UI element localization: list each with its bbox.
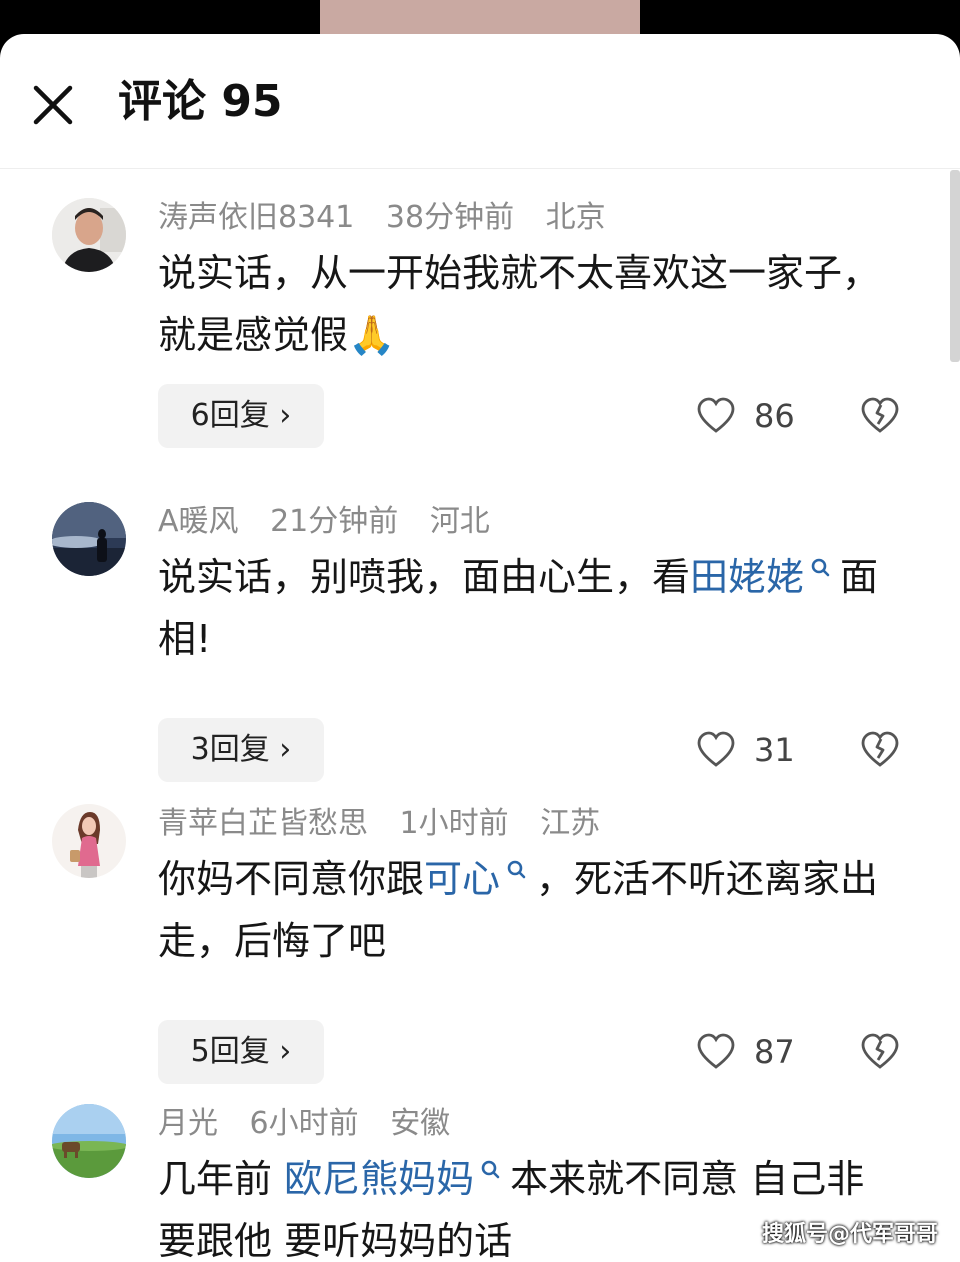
username[interactable]: 月光 bbox=[158, 1106, 218, 1141]
search-link[interactable]: 可心 bbox=[424, 857, 500, 901]
heart-icon bbox=[697, 397, 735, 433]
pray-emoji: 🙏 bbox=[348, 313, 396, 357]
location: 安徽 bbox=[390, 1106, 451, 1141]
comment-meta: 青苹白芷皆愁思 1小时前 江苏 bbox=[158, 804, 622, 844]
timestamp: 1小时前 bbox=[399, 806, 509, 841]
scrollbar[interactable] bbox=[950, 170, 960, 362]
search-icon[interactable] bbox=[504, 848, 528, 884]
heart-icon bbox=[697, 731, 735, 767]
like-count: 87 bbox=[754, 1033, 795, 1071]
broken-heart-icon bbox=[861, 1033, 899, 1069]
comment-text: 说实话，从一开始我就不太喜欢这一家子，就是感觉假🙏 bbox=[158, 251, 881, 357]
view-replies-button[interactable]: 5回复 › bbox=[158, 1020, 324, 1084]
broken-heart-icon bbox=[861, 397, 899, 433]
username[interactable]: A暖风 bbox=[158, 504, 239, 539]
video-thumbnail bbox=[320, 0, 640, 36]
avatar[interactable] bbox=[52, 1104, 126, 1178]
like-count: 31 bbox=[754, 731, 795, 769]
comment-count-title: 评论 95 bbox=[118, 76, 283, 127]
location: 河北 bbox=[429, 504, 490, 539]
heart-icon bbox=[697, 1033, 735, 1069]
like-button[interactable]: 86 bbox=[696, 384, 816, 448]
search-link[interactable]: 田姥姥 bbox=[690, 555, 804, 599]
username[interactable]: 涛声依旧8341 bbox=[158, 200, 354, 235]
username[interactable]: 青苹白芷皆愁思 bbox=[158, 806, 368, 841]
avatar[interactable] bbox=[52, 198, 126, 272]
like-count: 86 bbox=[754, 397, 795, 435]
comment-meta: 月光 6小时前 安徽 bbox=[158, 1104, 472, 1144]
dislike-button[interactable] bbox=[860, 384, 904, 448]
search-icon[interactable] bbox=[478, 1148, 502, 1184]
close-button[interactable] bbox=[30, 82, 76, 128]
like-button[interactable]: 87 bbox=[696, 1020, 816, 1084]
avatar[interactable] bbox=[52, 804, 126, 878]
search-link[interactable]: 欧尼熊妈妈 bbox=[284, 1157, 474, 1201]
view-replies-button[interactable]: 6回复 › bbox=[158, 384, 324, 448]
search-icon[interactable] bbox=[808, 546, 832, 582]
comment-sheet: 评论 95 涛声依旧8341 38分钟前 北京 说实话，从一开始我就不太喜欢这一… bbox=[0, 34, 960, 1262]
watermark: 搜狐号@代军哥哥 bbox=[761, 1222, 938, 1247]
comment-text: 你妈不同意你跟可心 ，死活不听还离家出走，后悔了吧 bbox=[158, 848, 898, 972]
comment-header: 评论 95 bbox=[0, 34, 960, 168]
like-button[interactable]: 31 bbox=[696, 718, 816, 782]
close-icon bbox=[33, 85, 73, 125]
broken-heart-icon bbox=[861, 731, 899, 767]
timestamp: 6小时前 bbox=[249, 1106, 359, 1141]
comment-text: 说实话，别喷我，面由心生，看田姥姥 面相! bbox=[158, 546, 898, 670]
comment-meta: A暖风 21分钟前 河北 bbox=[158, 502, 512, 542]
divider bbox=[0, 168, 960, 169]
avatar[interactable] bbox=[52, 502, 126, 576]
dislike-button[interactable] bbox=[860, 1020, 904, 1084]
timestamp: 38分钟前 bbox=[385, 200, 515, 235]
location: 江苏 bbox=[540, 806, 601, 841]
view-replies-button[interactable]: 3回复 › bbox=[158, 718, 324, 782]
location: 北京 bbox=[545, 200, 606, 235]
dislike-button[interactable] bbox=[860, 718, 904, 782]
comment-meta: 涛声依旧8341 38分钟前 北京 bbox=[158, 198, 628, 238]
timestamp: 21分钟前 bbox=[270, 504, 399, 539]
